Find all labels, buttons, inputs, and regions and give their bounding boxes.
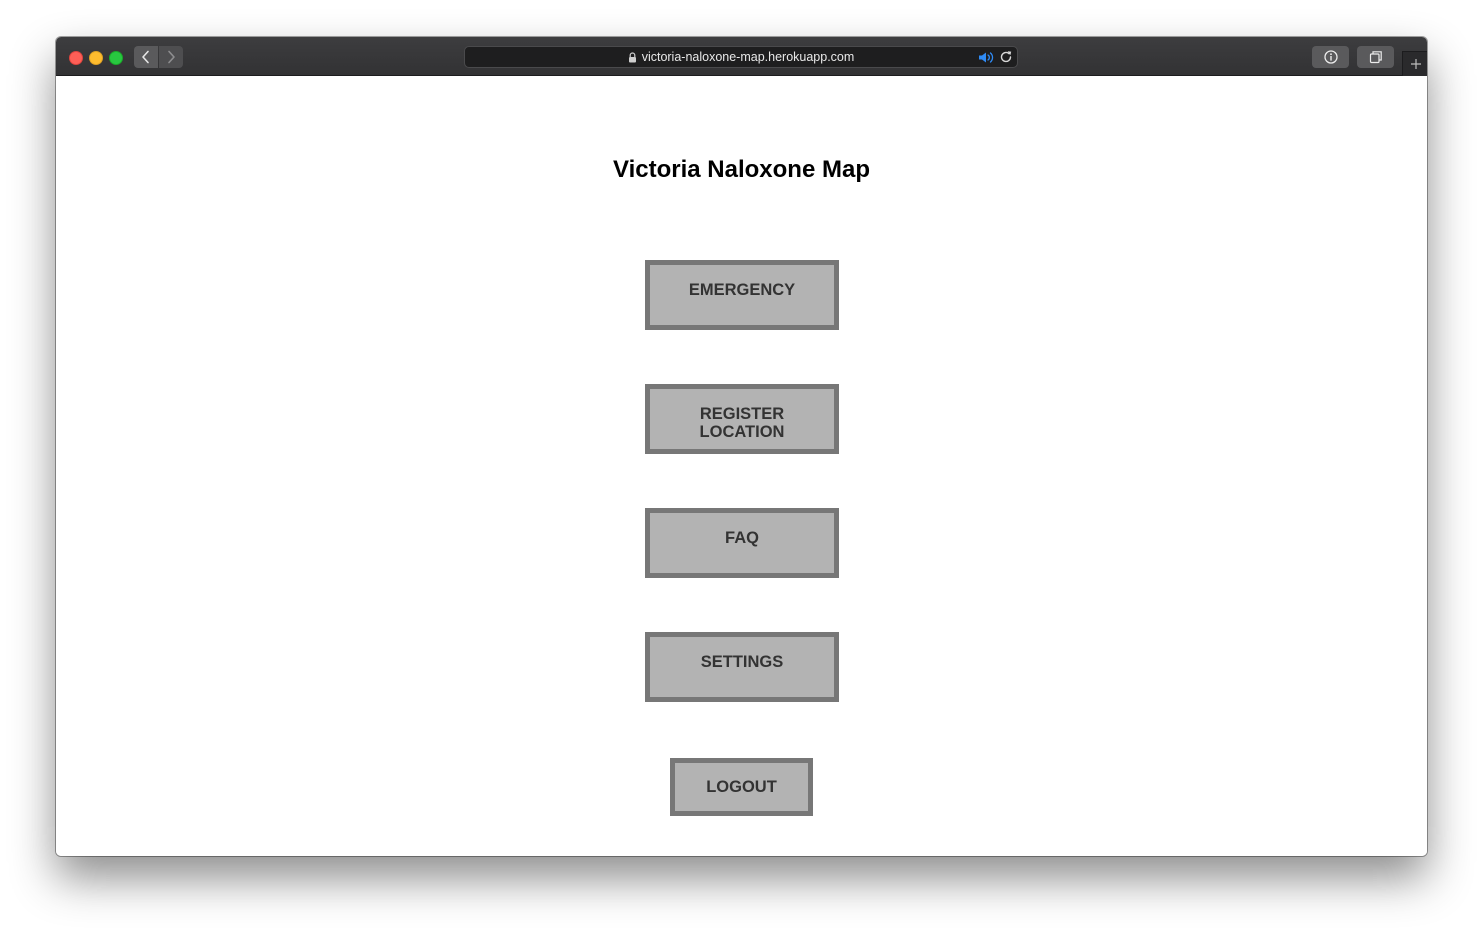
chevron-right-icon bbox=[168, 50, 175, 64]
url-text: victoria-naloxone-map.herokuapp.com bbox=[641, 50, 855, 64]
page-info-button[interactable] bbox=[1312, 46, 1349, 68]
tab-overview-button[interactable] bbox=[1357, 46, 1394, 68]
close-window-button[interactable] bbox=[69, 51, 83, 65]
tab-overview-icon bbox=[1369, 51, 1382, 64]
info-icon bbox=[1323, 50, 1338, 64]
faq-button[interactable]: FAQ bbox=[645, 508, 839, 578]
page-content: Victoria Naloxone Map EMERGENCY REGISTER… bbox=[56, 76, 1427, 856]
back-button[interactable] bbox=[134, 46, 158, 68]
lock-icon bbox=[628, 51, 636, 62]
plus-icon bbox=[1410, 59, 1421, 69]
chevron-left-icon bbox=[142, 50, 149, 64]
reload-icon[interactable] bbox=[999, 50, 1013, 64]
settings-button[interactable]: SETTINGS bbox=[645, 632, 839, 702]
register-location-button[interactable]: REGISTER LOCATION bbox=[645, 384, 839, 454]
forward-button[interactable] bbox=[159, 46, 183, 68]
register-location-button-label: REGISTER LOCATION bbox=[699, 405, 785, 441]
logout-button-label: LOGOUT bbox=[706, 778, 777, 796]
browser-window: victoria-naloxone-map.herokuapp.com Vict… bbox=[56, 37, 1427, 856]
minimize-window-button[interactable] bbox=[89, 51, 103, 65]
new-tab-button[interactable] bbox=[1402, 51, 1427, 76]
maximize-window-button[interactable] bbox=[109, 51, 123, 65]
emergency-button-label: EMERGENCY bbox=[688, 281, 796, 299]
settings-button-label: SETTINGS bbox=[700, 653, 784, 671]
browser-toolbar: victoria-naloxone-map.herokuapp.com bbox=[56, 37, 1427, 76]
faq-button-label: FAQ bbox=[725, 529, 759, 547]
emergency-button[interactable]: EMERGENCY bbox=[645, 260, 839, 330]
speaker-icon[interactable] bbox=[978, 51, 995, 64]
address-bar[interactable]: victoria-naloxone-map.herokuapp.com bbox=[464, 46, 1018, 68]
page-title: Victoria Naloxone Map bbox=[613, 156, 870, 183]
logout-button[interactable]: LOGOUT bbox=[670, 758, 813, 816]
